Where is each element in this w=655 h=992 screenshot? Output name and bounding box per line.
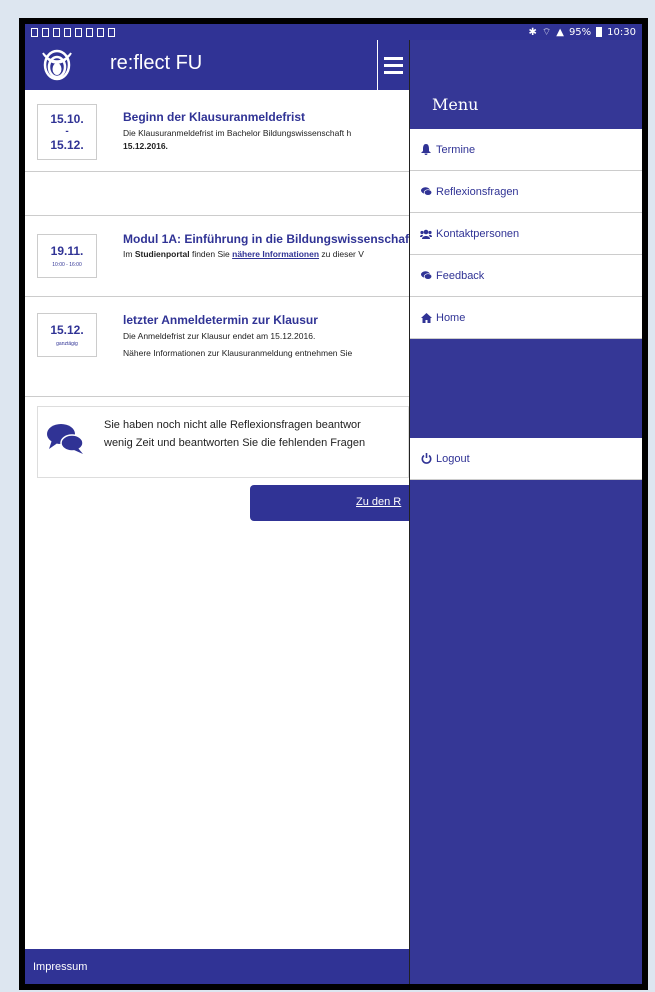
event-text-bold: 15.12.2016. xyxy=(123,141,168,151)
date: 15.12. xyxy=(50,323,84,337)
menu-title: Menu xyxy=(432,95,479,114)
wifi-icon: ⌔ xyxy=(541,26,552,38)
event-title: Modul 1A: Einführung in die Bildungswiss… xyxy=(123,232,409,246)
fu-logo-icon xyxy=(42,49,72,81)
date-time: ganztägig xyxy=(56,341,78,347)
reflection-line: Sie haben noch nicht alle Reflexionsfrag… xyxy=(104,419,361,431)
event-text: Nähere Informationen zur Klausuranmeldun… xyxy=(123,348,353,358)
more-info-link[interactable]: nähere Informationen xyxy=(232,249,319,259)
bell-icon xyxy=(420,144,432,156)
date-box: 15.10. - 15.12. xyxy=(37,104,97,160)
signal-icon: ▲ xyxy=(556,26,564,38)
date-end: 15.12. xyxy=(50,138,84,152)
date-box: 15.12. ganztägig xyxy=(37,313,97,357)
event-text: Die Anmeldefrist zur Klausur endet am 15… xyxy=(123,331,316,341)
menu-item-home[interactable]: Home xyxy=(410,297,642,339)
menu-item-label: Reflexionsfragen xyxy=(436,185,519,198)
reflection-line: wenig Zeit und beantworten Sie die fehle… xyxy=(104,437,366,449)
screen: ✱ ⌔ ▲ 95% 10:30 re:flect FU 15.10. - 15.… xyxy=(25,24,642,984)
menu-item-label: Home xyxy=(436,311,466,324)
event-title: Beginn der Klausuranmeldefrist xyxy=(123,110,306,124)
notification-icon xyxy=(53,27,60,37)
menu-item-label: Termine xyxy=(436,143,476,156)
notification-icons xyxy=(31,27,115,37)
bluetooth-icon: ✱ xyxy=(528,26,537,38)
notification-icon xyxy=(75,27,82,37)
logout-label: Logout xyxy=(436,452,470,465)
text-part: finden Sie xyxy=(189,249,233,259)
event-title: letzter Anmeldetermin zur Klausur xyxy=(123,313,318,327)
app-title: re:flect FU xyxy=(110,52,203,74)
users-icon xyxy=(420,228,432,240)
power-icon xyxy=(420,453,432,465)
comments-icon xyxy=(47,424,84,454)
status-right: ✱ ⌔ ▲ 95% 10:30 xyxy=(528,26,636,39)
hamburger-line xyxy=(384,56,403,60)
comments-icon xyxy=(420,186,432,198)
logout-button[interactable]: Logout xyxy=(410,438,642,480)
hamburger-line xyxy=(384,70,403,74)
date-start: 15.10. xyxy=(50,112,84,126)
comments-icon xyxy=(420,270,432,282)
side-menu: Menu Termine Reflexionsfragen Kontaktper… xyxy=(409,40,642,984)
clock: 10:30 xyxy=(607,26,636,38)
notification-icon xyxy=(108,27,115,37)
status-bar: ✱ ⌔ ▲ 95% 10:30 xyxy=(25,24,642,40)
event-item[interactable]: 15.12. ganztägig letzter Anmeldetermin z… xyxy=(25,297,409,397)
menu-item-feedback[interactable]: Feedback xyxy=(410,255,642,297)
reflection-text: Sie haben noch nicht alle Reflexionsfrag… xyxy=(104,416,410,452)
menu-item-label: Kontaktpersonen xyxy=(436,227,520,240)
notification-icon xyxy=(42,27,49,37)
device-frame: ✱ ⌔ ▲ 95% 10:30 re:flect FU 15.10. - 15.… xyxy=(19,18,648,990)
home-icon xyxy=(420,312,432,324)
notification-icon xyxy=(31,27,38,37)
menu-item-kontaktpersonen[interactable]: Kontaktpersonen xyxy=(410,213,642,255)
event-item[interactable]: 19.11. 10:00 - 16:00 Modul 1A: Einführun… xyxy=(25,215,409,297)
studienportal-text: Studienportal xyxy=(134,249,190,259)
notification-icon xyxy=(97,27,104,37)
menu-item-reflexionsfragen[interactable]: Reflexionsfragen xyxy=(410,171,642,213)
impressum-link[interactable]: Impressum xyxy=(33,961,87,973)
notification-icon xyxy=(64,27,71,37)
button-label: Zu den R xyxy=(356,496,402,508)
event-text: Die Klausuranmeldefrist im Bachelor Bild… xyxy=(123,128,352,138)
date: 19.11. xyxy=(50,244,84,258)
hamburger-line xyxy=(384,63,403,67)
battery-icon xyxy=(596,27,603,37)
date-separator: - xyxy=(65,126,69,137)
menu-item-label: Feedback xyxy=(436,269,485,282)
event-item[interactable]: 15.10. - 15.12. Beginn der Klausuranmeld… xyxy=(25,90,409,172)
battery-percent: 95% xyxy=(568,26,592,38)
date-time: 10:00 - 16:00 xyxy=(52,262,82,268)
text-part: Im xyxy=(123,249,135,259)
menu-toggle-button[interactable] xyxy=(377,40,409,90)
date-box: 19.11. 10:00 - 16:00 xyxy=(37,234,97,278)
event-text: Im Studienportal finden Sie nähere Infor… xyxy=(123,248,409,260)
reflection-notice: Sie haben noch nicht alle Reflexionsfrag… xyxy=(37,406,409,478)
to-reflection-questions-button[interactable]: Zu den R xyxy=(250,485,409,521)
notification-icon xyxy=(86,27,93,37)
menu-item-termine[interactable]: Termine xyxy=(410,129,642,171)
text-part: zu dieser V xyxy=(319,249,364,259)
